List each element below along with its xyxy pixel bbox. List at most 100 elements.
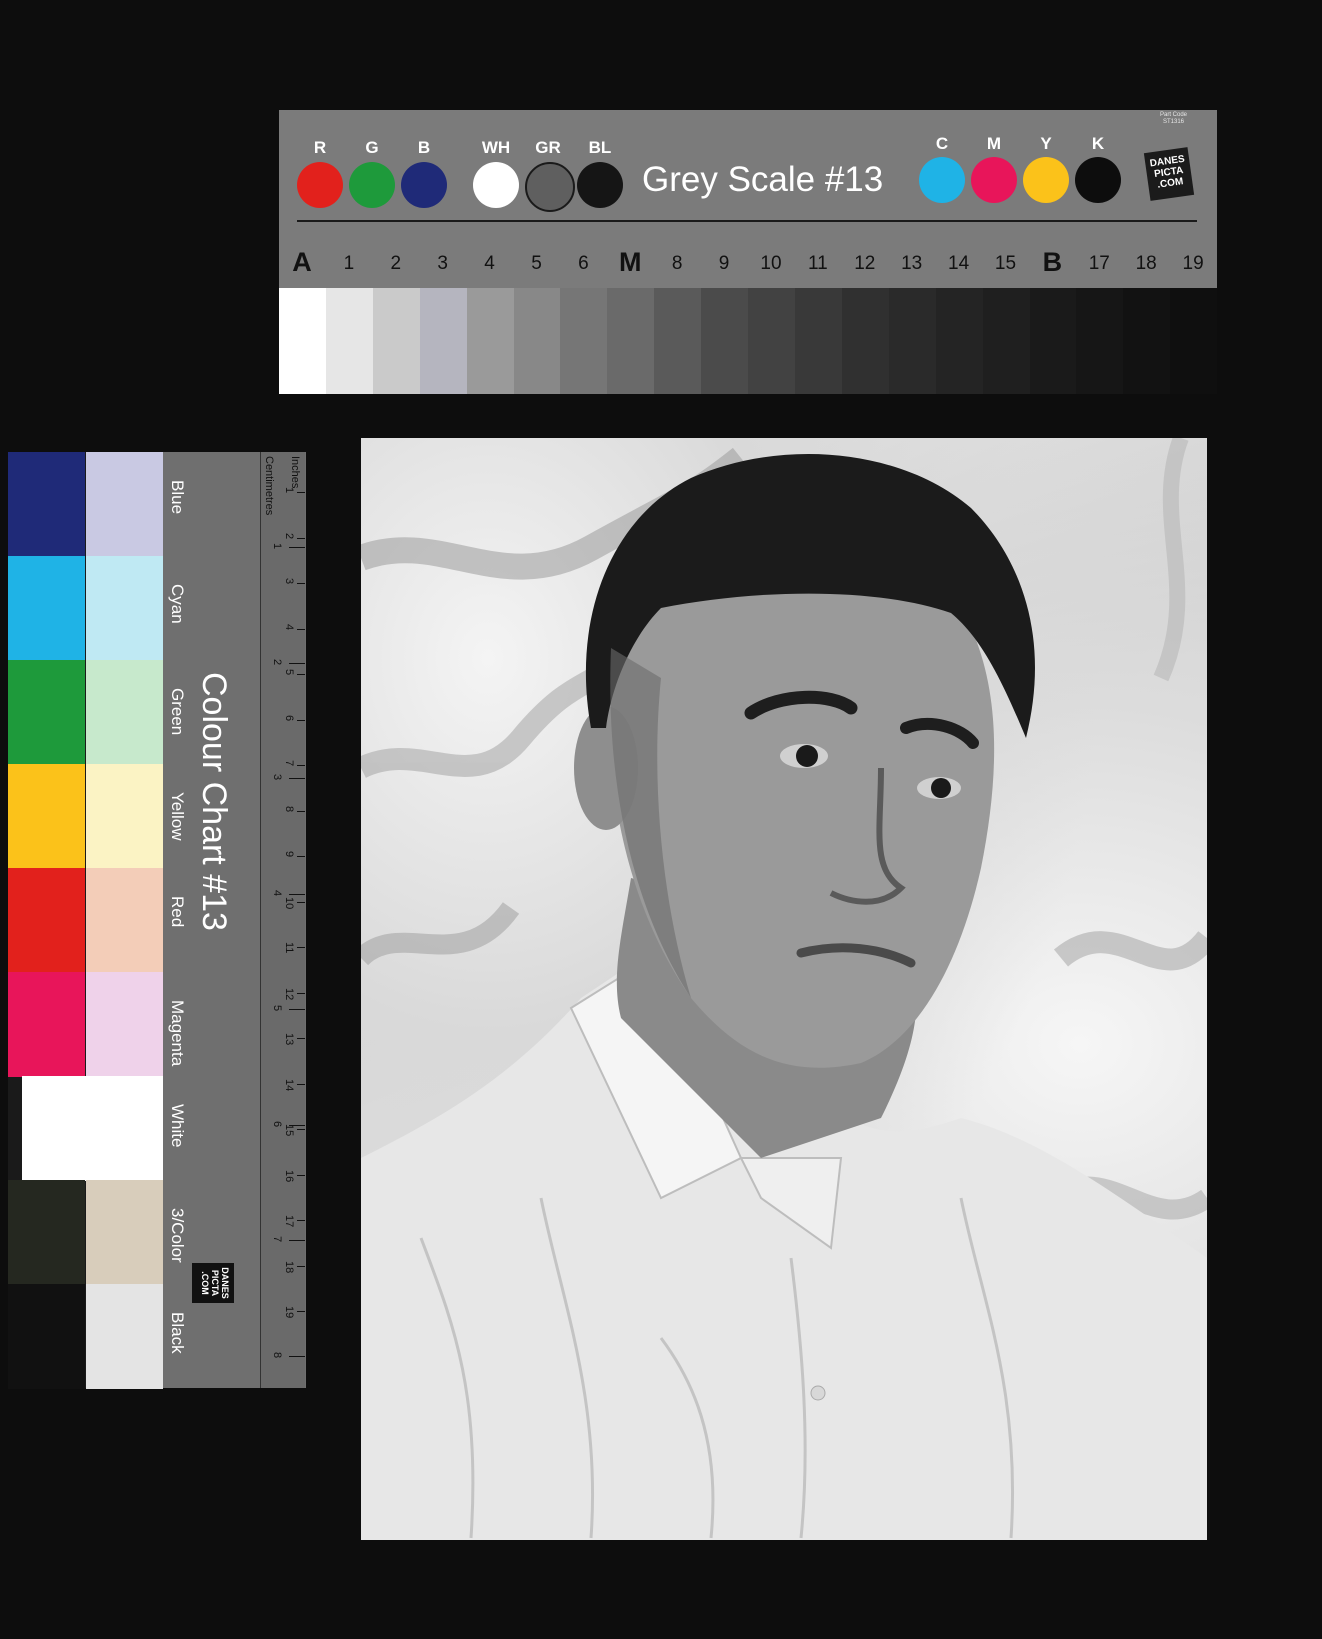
ruler-tick bbox=[297, 1083, 305, 1085]
colour-name-yellow: Yellow bbox=[168, 792, 187, 841]
cm-mark: 11 bbox=[283, 942, 295, 954]
cm-mark: 17 bbox=[283, 1215, 295, 1228]
grey-step-strip bbox=[279, 288, 1218, 394]
cm-mark: 5 bbox=[283, 669, 295, 676]
colour-name-3-color: 3/Color bbox=[168, 1208, 187, 1263]
ruler-tick bbox=[297, 583, 305, 584]
colour-name-magenta: Magenta bbox=[168, 1000, 187, 1067]
step-label: 14 bbox=[948, 253, 970, 274]
portrait-photograph bbox=[361, 438, 1207, 1540]
ruler-tick bbox=[297, 947, 305, 948]
inches-label: Inches bbox=[289, 456, 301, 489]
colour-chart-card: Blue Cyan Green Yellow Red Magenta White 3/Colo… bbox=[8, 452, 306, 1389]
swatch-wh bbox=[473, 162, 519, 208]
colour-patch-black-light bbox=[86, 1284, 163, 1389]
divider bbox=[297, 220, 1197, 222]
ruler-tick bbox=[297, 1174, 305, 1176]
ruler-tick bbox=[297, 1220, 305, 1221]
colour-name-green: Green bbox=[168, 688, 187, 736]
ruler-tick bbox=[297, 901, 305, 903]
grey-step bbox=[513, 288, 561, 394]
right-eye bbox=[931, 778, 951, 798]
colour-patch-blue-dark bbox=[8, 452, 85, 557]
step-label: 10 bbox=[760, 253, 782, 274]
cm-mark: 7 bbox=[283, 760, 295, 767]
colour-patch-white bbox=[22, 1076, 163, 1181]
cm-mark: 6 bbox=[283, 714, 295, 721]
step-label: A bbox=[292, 247, 312, 277]
inch-mark: 2 bbox=[271, 658, 283, 665]
swatch-b bbox=[401, 162, 447, 208]
ruler-tick bbox=[289, 1124, 305, 1126]
cm-mark: 2 bbox=[283, 532, 295, 539]
ruler-tick bbox=[297, 492, 305, 493]
cm-mark: 8 bbox=[283, 805, 295, 812]
colour-patch-magenta-dark bbox=[8, 972, 85, 1077]
cm-mark: 14 bbox=[283, 1078, 295, 1091]
grey-step bbox=[888, 288, 936, 394]
colour-patch-blue-light bbox=[86, 452, 163, 557]
centimetres-label: Centimetres bbox=[263, 456, 275, 516]
step-label: 1 bbox=[343, 253, 355, 274]
swatch-bl bbox=[577, 162, 623, 208]
grey-step bbox=[748, 288, 795, 394]
swatch-label-wh: WH bbox=[481, 138, 511, 157]
ruler-tick bbox=[297, 628, 305, 630]
colour-name-white: White bbox=[168, 1104, 187, 1148]
grey-step bbox=[935, 288, 983, 394]
swatch-label-bl: BL bbox=[588, 138, 612, 157]
swatch-label-b: B bbox=[417, 138, 431, 157]
part-code: Part Code ST1316 bbox=[1159, 112, 1187, 125]
grey-step bbox=[279, 288, 326, 394]
cm-mark: 1 bbox=[283, 487, 295, 494]
step-label: 17 bbox=[1088, 253, 1110, 274]
ruler-tick bbox=[289, 662, 305, 664]
grey-step bbox=[841, 288, 889, 394]
ruler-tick bbox=[297, 719, 305, 721]
step-label: 19 bbox=[1182, 253, 1204, 274]
step-label: 18 bbox=[1135, 253, 1157, 274]
inch-mark: 6 bbox=[271, 1120, 283, 1127]
inch-mark: 5 bbox=[271, 1005, 283, 1012]
swatch-label-m: M bbox=[986, 134, 1002, 153]
colour-chart-title: Colour Chart #13 bbox=[195, 672, 233, 931]
swatch-r bbox=[297, 162, 343, 208]
danes-picta-logo: DANES PICTA .COM bbox=[192, 1263, 234, 1303]
ruler-tick bbox=[297, 992, 305, 994]
ruler-tick bbox=[297, 765, 305, 766]
colour-patch-black-dark bbox=[8, 1284, 85, 1389]
colour-name-red: Red bbox=[168, 896, 187, 928]
cm-mark: 10 bbox=[283, 896, 295, 909]
left-eye bbox=[796, 745, 818, 767]
colour-patch-3-color-light bbox=[86, 1180, 163, 1285]
cm-mark: 3 bbox=[283, 578, 295, 585]
colour-patch-red-dark bbox=[8, 868, 85, 973]
grey-step bbox=[654, 288, 702, 394]
ruler-tick bbox=[297, 856, 305, 857]
cm-mark: 9 bbox=[283, 851, 295, 858]
colour-patch-green-dark bbox=[8, 660, 85, 765]
colour-patch-red-light bbox=[86, 868, 163, 973]
colour-name-cyan: Cyan bbox=[168, 584, 187, 624]
colour-name-black: Black bbox=[168, 1312, 187, 1354]
ruler-tick bbox=[297, 810, 305, 812]
swatch-label-g: G bbox=[365, 138, 379, 157]
ruler-tick bbox=[297, 1311, 305, 1312]
step-label: 4 bbox=[484, 253, 495, 274]
ruler-tick bbox=[289, 1009, 305, 1010]
grey-step bbox=[560, 288, 608, 394]
swatch-c bbox=[919, 157, 965, 203]
inch-mark: 1 bbox=[271, 543, 283, 550]
swatch-label-r: R bbox=[313, 138, 327, 157]
grey-step bbox=[1029, 288, 1077, 394]
cm-mark: 19 bbox=[283, 1306, 295, 1319]
swatch-g bbox=[349, 162, 395, 208]
colour-patch-3-color-dark bbox=[8, 1180, 85, 1285]
colour-patch-yellow-light bbox=[86, 764, 163, 869]
colour-patch-green-light bbox=[86, 660, 163, 765]
grey-step bbox=[1076, 288, 1124, 394]
step-label: 2 bbox=[390, 253, 402, 274]
cm-mark: 13 bbox=[283, 1033, 295, 1046]
step-label: 11 bbox=[808, 253, 828, 274]
inch-mark: 8 bbox=[271, 1351, 283, 1358]
